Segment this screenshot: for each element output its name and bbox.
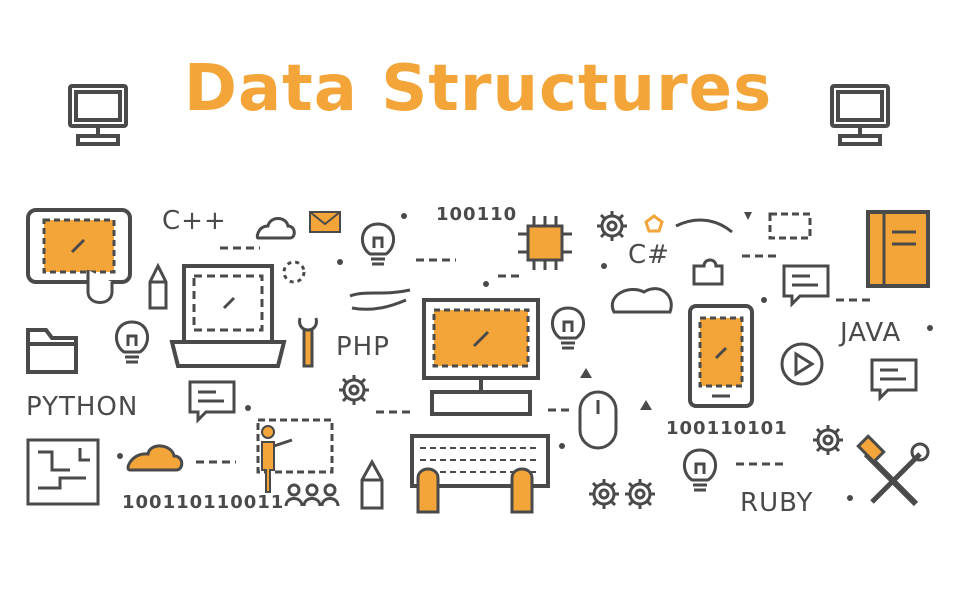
binary-label: 100110101 <box>666 418 788 439</box>
gear-icon <box>595 209 629 243</box>
lightbulb-icon <box>682 448 718 492</box>
mouse-icon <box>578 390 618 450</box>
wrench-icon <box>298 317 318 368</box>
infographic: Data Structures C++ C# PHP PYTHON JAVA R… <box>0 0 956 600</box>
python-label: PYTHON <box>26 392 139 422</box>
brain-icon <box>610 287 673 314</box>
lightbulb-icon <box>360 222 396 266</box>
chip-icon <box>518 216 572 270</box>
php-label: PHP <box>336 332 390 362</box>
smartphone-icon <box>688 304 754 408</box>
chat-bubble-icon <box>870 358 918 400</box>
desktop-computer-icon <box>422 298 540 416</box>
cloud-icon <box>126 444 184 472</box>
ruby-label: RUBY <box>740 488 814 518</box>
gear-icon <box>811 423 845 457</box>
puzzle-icon <box>692 258 724 286</box>
keyboard-hands-icon <box>410 434 550 514</box>
binary-label: 100110110011 <box>122 492 285 513</box>
laptop-icon <box>169 264 287 368</box>
lightbulb-icon <box>550 306 586 350</box>
csharp-label: C# <box>628 240 670 270</box>
chat-bubble-icon <box>782 264 830 306</box>
circuit-icon <box>26 438 100 506</box>
tablet-touch-icon <box>26 208 132 304</box>
lightbulb-icon <box>114 320 150 364</box>
chat-bubble-icon <box>188 380 236 422</box>
cloud-icon <box>255 217 296 240</box>
gear-icon <box>587 477 621 511</box>
java-label: JAVA <box>840 318 902 348</box>
cpp-label: C++ <box>162 206 227 236</box>
envelope-icon <box>309 211 341 233</box>
pencil-icon <box>148 262 168 310</box>
gear-icon <box>623 477 657 511</box>
pencil-icon <box>360 458 384 510</box>
hand-icon <box>349 288 411 311</box>
play-button-icon <box>780 342 824 386</box>
book-icon <box>866 210 930 288</box>
binary-label: 100110 <box>436 204 518 225</box>
page-title: Data Structures <box>183 52 773 126</box>
tools-icon <box>856 434 930 507</box>
folder-icon <box>26 328 78 374</box>
gear-icon <box>337 373 371 407</box>
